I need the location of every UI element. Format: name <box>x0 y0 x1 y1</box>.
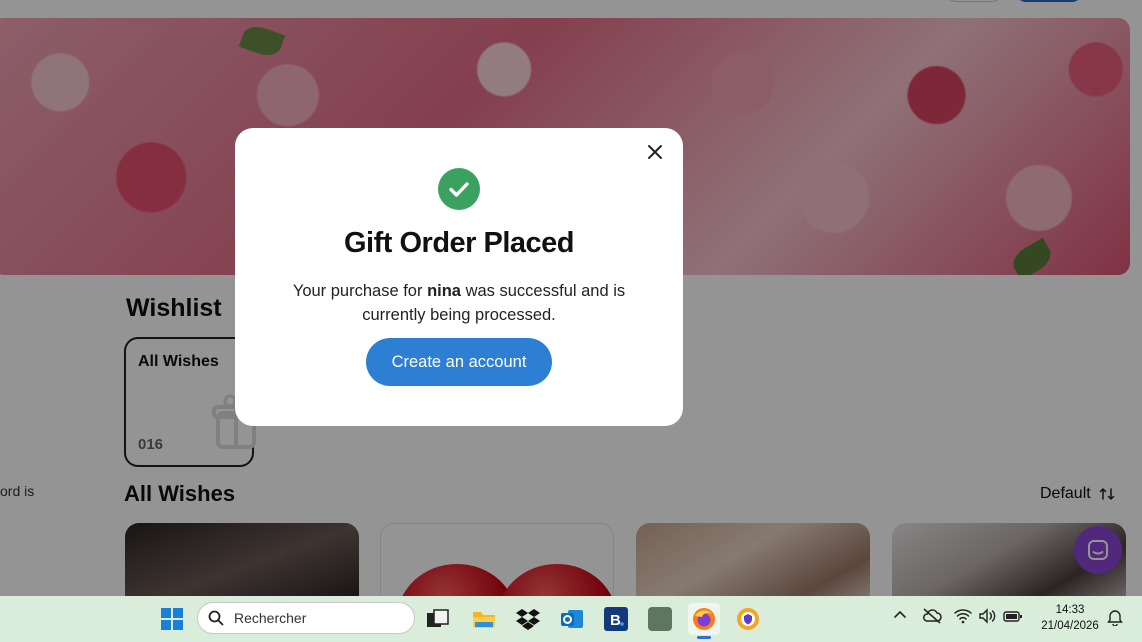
dialog-message: Your purchase for nina was successful an… <box>279 279 639 327</box>
dialog-title: Gift Order Placed <box>343 227 575 259</box>
battery-icon[interactable] <box>1003 608 1023 624</box>
vpn-button[interactable] <box>732 603 764 635</box>
gift-order-dialog: Gift Order Placed Your purchase for nina… <box>235 128 683 426</box>
firefox-button[interactable] <box>688 603 720 635</box>
close-button[interactable] <box>643 140 667 164</box>
file-explorer-button[interactable] <box>468 603 500 635</box>
taskbar-search-box[interactable]: Rechercher <box>197 602 415 634</box>
booking-icon: B <box>604 607 628 631</box>
search-placeholder: Rechercher <box>234 610 307 626</box>
svg-text:B: B <box>610 612 621 629</box>
dropbox-button[interactable] <box>512 603 544 635</box>
search-icon <box>208 610 224 626</box>
folder-icon <box>473 612 495 628</box>
firefox-icon <box>693 608 715 630</box>
cloud-offline-icon[interactable] <box>922 608 942 624</box>
start-button[interactable] <box>156 603 188 635</box>
clock-date: 21/04/2026 <box>1041 620 1099 632</box>
success-check-icon <box>438 168 480 210</box>
outlook-button[interactable] <box>556 603 588 635</box>
notification-bell-icon[interactable] <box>1107 608 1123 626</box>
volume-icon[interactable] <box>979 608 997 624</box>
wifi-icon[interactable] <box>954 608 972 624</box>
windows-logo-icon <box>161 608 183 630</box>
system-clock[interactable]: 14:33 21/04/2026 <box>1030 602 1110 634</box>
shield-icon <box>737 608 759 630</box>
dropbox-icon <box>516 609 540 630</box>
windows-taskbar: Rechercher B 14:33 21/04/2026 <box>0 596 1142 642</box>
task-view-button[interactable] <box>422 603 454 635</box>
booking-button[interactable]: B <box>600 603 632 635</box>
clock-time: 14:33 <box>1055 604 1085 616</box>
task-view-icon <box>427 609 449 627</box>
outlook-icon <box>561 610 583 628</box>
message-before: Your purchase for <box>292 282 423 300</box>
app-button[interactable] <box>644 603 676 635</box>
chevron-up-icon[interactable] <box>893 608 907 622</box>
app-tile-icon <box>648 607 672 631</box>
active-app-indicator <box>697 636 711 639</box>
close-icon <box>648 145 662 159</box>
create-account-button[interactable]: Create an account <box>366 338 552 386</box>
recipient-name: nina <box>427 282 461 300</box>
